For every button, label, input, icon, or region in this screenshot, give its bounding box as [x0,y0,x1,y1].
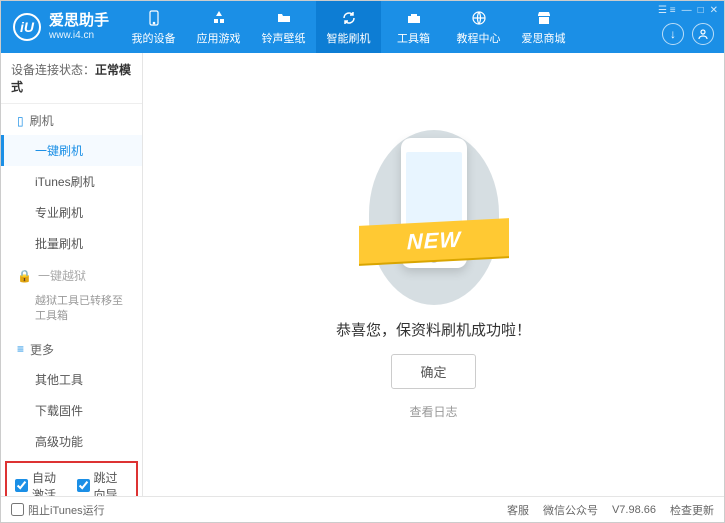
app-url: www.i4.cn [49,30,109,41]
download-icon[interactable]: ↓ [662,23,684,45]
user-icon[interactable] [692,23,714,45]
phone-icon: ▯ [17,114,24,128]
sidebar-item-oneclick-flash[interactable]: 一键刷机 [1,135,142,166]
lock-icon: 🔒 [17,269,32,283]
nav-store[interactable]: 爱思商城 [511,1,576,53]
nav-apps[interactable]: 应用游戏 [186,1,251,53]
jailbreak-note: 越狱工具已转移至 工具箱 [1,290,142,333]
sidebar-item-pro-flash[interactable]: 专业刷机 [1,197,142,228]
device-status: 设备连接状态：正常模式 [1,53,142,104]
nav-flash[interactable]: 智能刷机 [316,1,381,53]
nav-toolbox[interactable]: 工具箱 [381,1,446,53]
version-label: V7.98.66 [612,504,656,516]
phone-illustration: NEW [369,130,499,305]
folder-icon [275,9,293,27]
apps-icon [210,9,228,27]
list-icon: ≡ [17,342,24,356]
footer-wechat[interactable]: 微信公众号 [543,502,598,518]
checkbox-auto-activate[interactable]: 自动激活 [15,469,67,496]
footer-service[interactable]: 客服 [507,502,529,518]
sidebar-item-batch-flash[interactable]: 批量刷机 [1,228,142,259]
toolbox-icon [405,9,423,27]
options-highlight: 自动激活 跳过向导 [5,461,138,496]
app-title: 爱思助手 [49,13,109,30]
maximize-icon[interactable]: □ [698,5,704,16]
phone-icon [145,9,163,27]
nav-tutorials[interactable]: 教程中心 [446,1,511,53]
checkbox-skip-wizard[interactable]: 跳过向导 [77,469,129,496]
ok-button[interactable]: 确定 [391,354,475,389]
refresh-icon [340,9,358,27]
minimize-icon[interactable]: — [682,5,692,16]
menu-icon[interactable]: ☰ ≡ [658,5,676,16]
sidebar: 设备连接状态：正常模式 ▯刷机 一键刷机 iTunes刷机 专业刷机 批量刷机 … [1,53,143,496]
close-icon[interactable]: ✕ [710,5,718,16]
globe-icon [470,9,488,27]
top-nav: 我的设备 应用游戏 铃声壁纸 智能刷机 工具箱 教程中心 爱思商城 [121,1,724,53]
titlebar: iU 爱思助手 www.i4.cn 我的设备 应用游戏 铃声壁纸 智能刷机 工具… [1,1,724,53]
section-flash[interactable]: ▯刷机 [1,104,142,135]
window-controls: ☰ ≡ — □ ✕ [658,5,718,16]
main-content: NEW 恭喜您，保资料刷机成功啦！ 确定 查看日志 [143,53,724,496]
section-jailbreak: 🔒一键越狱 [1,259,142,290]
sidebar-item-advanced[interactable]: 高级功能 [1,426,142,457]
success-message: 恭喜您，保资料刷机成功啦！ [336,319,531,340]
view-log-link[interactable]: 查看日志 [409,403,457,420]
logo-icon: iU [13,13,41,41]
footer: 阻止iTunes运行 客服 微信公众号 V7.98.66 检查更新 [1,496,724,522]
sidebar-item-itunes-flash[interactable]: iTunes刷机 [1,166,142,197]
checkbox-block-itunes[interactable]: 阻止iTunes运行 [11,502,105,518]
new-ribbon: NEW [359,218,509,264]
store-icon [535,9,553,27]
section-more[interactable]: ≡更多 [1,333,142,364]
sidebar-item-download-fw[interactable]: 下载固件 [1,395,142,426]
sidebar-item-other-tools[interactable]: 其他工具 [1,364,142,395]
nav-my-device[interactable]: 我的设备 [121,1,186,53]
logo: iU 爱思助手 www.i4.cn [1,13,121,41]
nav-ringtones[interactable]: 铃声壁纸 [251,1,316,53]
footer-check-update[interactable]: 检查更新 [670,502,714,518]
